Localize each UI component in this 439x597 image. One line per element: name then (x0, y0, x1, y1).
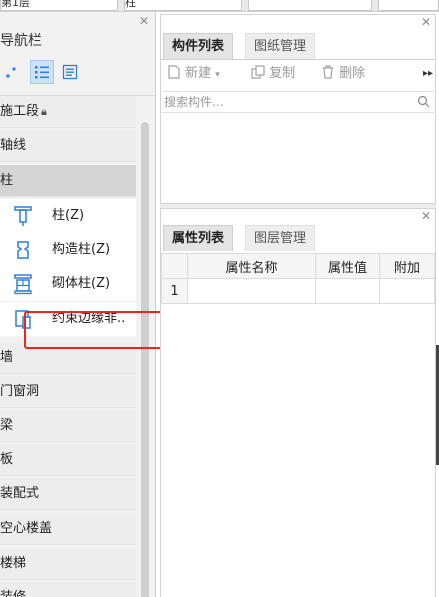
nav-category-label: 施工段 (0, 104, 40, 119)
nav-category-slab[interactable]: 板 (0, 444, 136, 476)
new-button[interactable]: 新建 ▾ (167, 61, 220, 87)
nav-category-stairs[interactable]: 楼梯 (0, 548, 136, 580)
tab-component-list[interactable]: 构件列表 (163, 33, 234, 59)
nav-category-label: 轴线 (0, 138, 27, 153)
nav-category-label: 梁 (0, 418, 14, 433)
column-icon (12, 205, 34, 227)
nav-category-label: 门窗洞 (0, 384, 40, 399)
copy-button-label: 复制 (269, 66, 296, 81)
floor-select[interactable]: 第1层 (0, 0, 118, 11)
construction-column-icon (12, 239, 34, 261)
nav-category-prefab[interactable]: 装配式 (0, 478, 136, 510)
expand-tree-icon[interactable] (0, 60, 24, 84)
property-extra-cell[interactable] (379, 278, 435, 304)
nav-item-label: 砌体柱(Z) (52, 276, 111, 291)
nav-category-door-window[interactable]: 门窗洞 (0, 376, 136, 408)
row-index: 1 (161, 278, 188, 304)
top-toolbar-strip: 第1层 柱 (0, 0, 439, 12)
copy-button[interactable]: 复制 (251, 61, 295, 87)
tab-property-list[interactable]: 属性列表 (163, 225, 234, 251)
nav-item-column[interactable]: 柱(Z) (0, 199, 136, 233)
component-tabs: 构件列表 图纸管理 (161, 33, 435, 61)
search-icon[interactable] (417, 95, 430, 112)
nav-item-label: 构造柱(Z) (52, 242, 111, 257)
property-panel-close-icon[interactable]: ✕ (421, 209, 431, 223)
nav-category-hollow-floor[interactable]: 空心楼盖 (0, 513, 136, 545)
floor-select-value: 第1层 (1, 0, 30, 9)
extra-select[interactable] (378, 0, 439, 11)
trash-icon (321, 65, 339, 81)
column-header-extra[interactable]: 附加 (379, 253, 435, 279)
new-file-icon (167, 65, 185, 81)
nav-close-icon[interactable]: ✕ (139, 14, 149, 28)
detail-view-icon[interactable] (58, 60, 82, 84)
more-icon[interactable]: ▸▸ (423, 61, 433, 87)
delete-button[interactable]: 删除 (321, 61, 365, 87)
component-panel-close-icon[interactable]: ✕ (421, 15, 431, 29)
type-select[interactable]: 柱 (124, 0, 242, 11)
property-name-cell[interactable] (187, 278, 316, 304)
nav-scrollbar-thumb[interactable] (141, 122, 149, 597)
tab-drawing-management[interactable]: 图纸管理 (245, 33, 316, 59)
tab-underline (161, 59, 435, 60)
component-search (162, 91, 434, 113)
navigation-panel: ✕ 导航栏 施工段 🔒︎ 轴线 柱 柱(Z) 构造柱(Z) 砌体柱(Z) 约束边… (0, 12, 156, 597)
component-toolbar: 新建 ▾ 复制 删除 ▸▸ (161, 61, 435, 87)
tab-layer-management[interactable]: 图层管理 (245, 225, 316, 251)
property-value-cell[interactable] (315, 278, 380, 304)
row-index-header (161, 253, 188, 279)
new-button-label: 新建 (185, 66, 212, 81)
masonry-column-icon (12, 273, 34, 295)
component-list-panel: ✕ 构件列表 图纸管理 新建 ▾ 复制 删除 ▸▸ (160, 14, 436, 204)
component-search-input[interactable] (162, 92, 402, 112)
property-table-header: 属性名称 属性值 附加 (161, 253, 435, 279)
lock-icon: 🔒︎ (41, 105, 47, 118)
nav-category-beam[interactable]: 梁 (0, 410, 136, 442)
column-header-name[interactable]: 属性名称 (187, 253, 316, 279)
table-row[interactable]: 1 (161, 278, 435, 304)
property-tabs: 属性列表 图层管理 (161, 225, 435, 253)
nav-category-label: 柱 (0, 173, 14, 188)
nav-item-masonry-column[interactable]: 砌体柱(Z) (0, 267, 136, 301)
delete-button-label: 删除 (339, 66, 366, 81)
nav-category-label: 板 (0, 452, 14, 467)
nav-item-label: 柱(Z) (52, 208, 85, 223)
nav-category-label: 楼梯 (0, 556, 27, 571)
column-header-value[interactable]: 属性值 (315, 253, 380, 279)
property-table: 属性名称 属性值 附加 1 (161, 253, 435, 304)
nav-category-construction-segment[interactable]: 施工段 🔒︎ (0, 96, 136, 128)
nav-toolbar (0, 60, 155, 90)
nav-category-decoration[interactable]: 装修 (0, 582, 136, 597)
highlight-box (24, 311, 178, 349)
nav-category-axis[interactable]: 轴线 (0, 130, 136, 162)
type-select-value: 柱 (125, 0, 136, 9)
copy-icon (251, 65, 269, 81)
property-list-panel: ✕ 属性列表 图层管理 属性名称 属性值 附加 1 (160, 208, 436, 597)
nav-category-label: 墙 (0, 350, 14, 365)
nav-title: 导航栏 (0, 33, 42, 49)
nav-category-label: 空心楼盖 (0, 521, 53, 536)
nav-item-construction-column[interactable]: 构造柱(Z) (0, 233, 136, 267)
sub-type-select[interactable] (248, 0, 372, 11)
list-view-icon[interactable] (30, 60, 54, 84)
nav-category-label: 装修 (0, 590, 26, 597)
nav-category-column[interactable]: 柱 (0, 165, 136, 197)
chevron-down-icon: ▾ (215, 70, 220, 80)
nav-category-label: 装配式 (0, 486, 40, 501)
